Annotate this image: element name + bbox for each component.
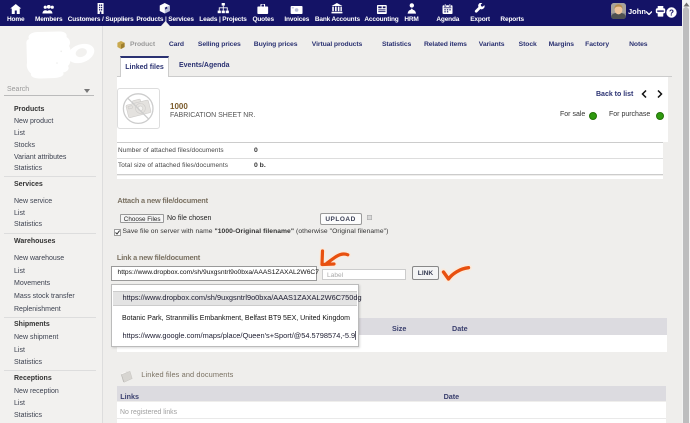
svg-text:?: ? [669,8,674,17]
